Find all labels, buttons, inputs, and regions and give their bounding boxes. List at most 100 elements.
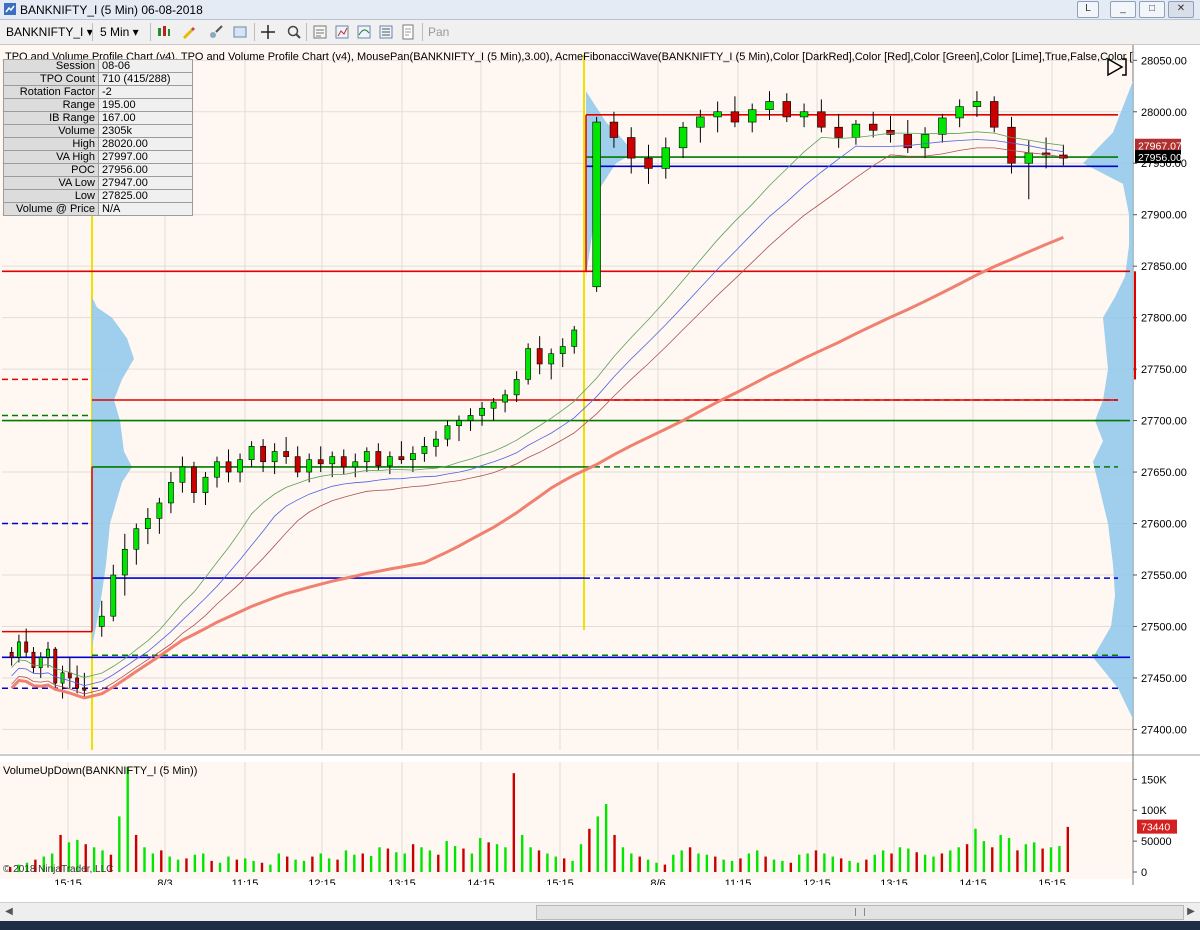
volume-bar [470,853,474,872]
info-row: VA Low 27947.00 [3,176,193,190]
price-tick-label: 28000.00 [1141,107,1187,119]
volume-bar [260,862,264,872]
bar-type-icon[interactable] [156,24,172,40]
candle-body [799,111,809,118]
volume-bar [831,856,834,872]
candle-body [479,407,485,416]
candle-body [955,106,964,119]
scroll-right-icon[interactable]: ▶ [1184,905,1198,919]
candle-body [467,415,474,421]
template-icon[interactable] [400,24,416,40]
volume-bar [327,858,331,872]
candle-body [214,461,220,478]
pan-button[interactable]: Pan [428,24,449,40]
scroll-grip[interactable] [855,908,865,916]
info-key: Volume @ Price [3,202,99,216]
volume-panel-title: VolumeUpDown(BANKNIFTY_I (5 Min)) [3,765,198,777]
volume-bar [202,853,205,872]
volume-bar [277,853,280,872]
candle-body [1007,126,1016,164]
volume-bar [227,856,230,872]
link-button[interactable]: L [1077,1,1099,18]
volume-tick-label: 100K [1141,805,1167,817]
pencil-icon[interactable] [180,24,196,40]
volume-bar [294,859,297,872]
strategies-icon[interactable] [378,24,394,40]
volume-bar [890,853,893,872]
volume-bar [688,847,692,872]
volume-bar [185,858,188,872]
volume-bar [940,853,944,872]
volume-bar [546,853,549,872]
volume-bar [218,862,222,872]
volume-bar [462,848,465,872]
volume-bar [965,844,969,872]
candle-body [168,482,174,504]
info-value: 2305k [98,124,193,138]
candle-body [661,147,670,169]
volume-bar [621,847,625,872]
data-box-icon[interactable] [312,24,328,40]
info-value: 27947.00 [98,176,193,190]
time-tick-label: 15:15 [546,878,574,885]
time-tick-label: 13:15 [880,878,908,885]
volume-bar [865,859,868,872]
time-tick-label: 8/6 [650,878,665,885]
time-tick-label: 8/3 [157,878,172,885]
volume-bar [453,846,457,872]
volume-bar [378,847,381,872]
time-tick-label: 12:15 [308,878,336,885]
chart-properties-icon[interactable] [334,24,350,40]
candle-body [456,420,462,427]
info-key: Session [3,59,99,73]
interval-selector[interactable]: 5 Min ▾ [100,24,139,40]
volume-bar [193,854,197,872]
horizontal-scrollbar[interactable]: ◀ ▶ [0,902,1200,921]
volume-bar [697,853,700,872]
tpo-info-table: Session 08-06 TPO Count 710 (415/288) Rotati… [3,59,193,216]
maximize-button[interactable]: □ [1139,1,1165,18]
indicators-icon[interactable] [356,24,372,40]
info-row: VA High 27997.00 [3,150,193,164]
candle-body [644,157,653,169]
volume-bar [479,838,482,872]
instrument-selector[interactable]: BANKNIFTY_I ▾ [6,24,93,40]
volume-bar [244,858,247,872]
candle-body [110,574,117,617]
volume-bar [1058,846,1061,872]
candle-body [433,438,439,447]
candle-body [817,111,826,128]
volume-bar [235,859,239,872]
candle-body [398,456,405,461]
volume-bar [445,841,448,872]
minimize-button[interactable]: _ [1110,1,1136,18]
close-button[interactable]: ✕ [1168,1,1194,18]
volume-bar [353,854,356,872]
candle-body [9,651,14,658]
volume-bar [739,858,742,872]
candle-body [490,401,497,409]
candle-body [972,101,982,107]
candle-body [340,456,347,468]
info-row: POC 27956.00 [3,163,193,177]
app-icon [4,3,16,15]
volume-bar [554,856,557,872]
info-key: VA High [3,150,99,164]
time-tick-label: 12:15 [803,878,831,885]
candle-body [202,476,209,493]
zoom-icon[interactable] [286,24,302,40]
candle-body [559,346,566,354]
candle-body [53,648,58,684]
volume-bar [957,847,960,872]
candle-body [571,329,578,347]
scroll-left-icon[interactable]: ◀ [2,905,16,919]
volume-bar [504,847,507,872]
volume-bar [923,854,927,872]
chart-style-icon[interactable] [232,24,248,40]
volume-bar [730,860,734,872]
drawing-tools-icon[interactable] [208,24,224,40]
candle-body [920,134,930,149]
volume-bar [134,834,138,872]
crosshair-icon[interactable] [260,24,276,40]
candle-body [363,451,370,463]
